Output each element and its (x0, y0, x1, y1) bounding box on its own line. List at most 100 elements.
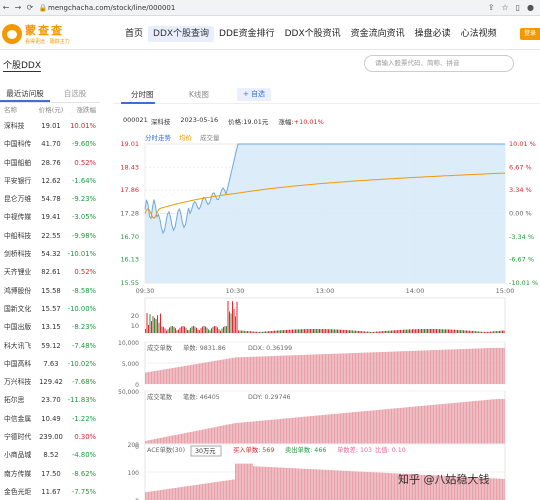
trade-count-panel-bar (496, 399, 498, 446)
stock-list-row[interactable]: 万兴科技 129.42 -7.68% (0, 373, 100, 391)
stock-list-row[interactable]: 剑桥科技 54.32 -10.01% (0, 245, 100, 263)
stock-list-row[interactable]: 国新文化 15.57 -10.00% (0, 300, 100, 318)
volume-bar (236, 301, 238, 333)
stock-list-name[interactable]: 中船科技 (0, 227, 36, 245)
stock-list-name[interactable]: 国新文化 (0, 300, 36, 318)
stock-list-name[interactable]: 拓尔思 (0, 391, 36, 409)
stock-list-name[interactable]: 剑桥科技 (0, 245, 36, 263)
reload-icon[interactable]: ⟳ (24, 3, 36, 12)
stock-list-row[interactable]: 金色光炬 11.67 -7.75% (0, 483, 100, 500)
address-bar[interactable]: 🔒 mengchacha.com/stock/line/000001 (38, 2, 438, 14)
order-count-panel-bar (257, 356, 259, 384)
ace-panel-bar (496, 478, 498, 500)
stock-list-row[interactable]: 科大讯飞 59.12 -7.48% (0, 337, 100, 355)
volume-bar (439, 329, 440, 333)
nav-item[interactable]: 心法视频 (456, 26, 502, 42)
stock-search-input[interactable]: 请输入股票代码、简称、拼音 (364, 55, 514, 72)
stock-list-name[interactable]: 中国船舶 (0, 154, 36, 172)
stock-list-row[interactable]: 中国科传 41.70 -9.60% (0, 135, 100, 153)
nav-item[interactable]: DDX个股资讯 (280, 26, 346, 42)
stock-list-name[interactable]: 天齐锂业 (0, 263, 36, 281)
volume-bar (169, 327, 170, 333)
nav-item[interactable]: 资金流向资讯 (346, 26, 410, 42)
stock-list-name[interactable]: 中信金属 (0, 410, 36, 428)
stock-list-name[interactable]: 中国高科 (0, 355, 36, 373)
ace-panel-bar (290, 468, 292, 500)
tab-watchlist[interactable]: 自选股 (50, 85, 100, 102)
stock-list-row[interactable]: 中国船舶 28.76 0.52% (0, 154, 100, 172)
order-count-panel-bar (218, 360, 220, 384)
nav-item[interactable]: 操盘必读 (410, 26, 456, 42)
stock-list-name[interactable]: 中视传媒 (0, 208, 36, 226)
volume-bar (212, 326, 214, 333)
volume-bar (170, 326, 172, 333)
stock-list-name[interactable]: 万兴科技 (0, 373, 36, 391)
order-count-panel-y-tick: 5,000 (122, 361, 139, 368)
order-count-panel-bar (202, 363, 204, 384)
ace-panel-bar (491, 478, 493, 500)
stock-list-row[interactable]: 深科技 19.01 10.01% (0, 117, 100, 135)
volume-bar (331, 329, 332, 333)
stock-list-name[interactable]: 平安银行 (0, 172, 36, 190)
bookmark-star-icon[interactable]: ☆ (501, 3, 508, 12)
trade-count-panel-bar (362, 411, 364, 446)
ace-panel-bar (172, 488, 174, 500)
trade-count-panel-bar (299, 417, 301, 446)
stock-list-name[interactable]: 金色光炬 (0, 483, 36, 500)
stock-list-row[interactable]: 中信金属 10.49 -1.22% (0, 410, 100, 428)
nav-item[interactable]: 首页 (120, 26, 148, 42)
stock-list-row[interactable]: 拓尔思 23.70 -11.83% (0, 391, 100, 409)
stock-list-name[interactable]: 南方传媒 (0, 465, 36, 483)
volume-bar (173, 326, 175, 333)
profile-icon[interactable]: ● (527, 3, 534, 12)
volume-bar (211, 328, 212, 333)
site-logo[interactable]: 蒙查查 看得更远 · 跟踪主力 (2, 22, 70, 45)
ace-panel-bar (275, 467, 277, 500)
back-icon[interactable]: ← (0, 3, 12, 12)
stock-list-row[interactable]: 小商品城 8.52 -4.80% (0, 446, 100, 464)
stock-list-name[interactable]: 深科技 (0, 117, 36, 135)
nav-item[interactable]: DDE资金排行 (214, 26, 280, 42)
stock-list-name[interactable]: 昆仑万维 (0, 190, 36, 208)
ace-panel-bar (253, 466, 255, 500)
share-icon[interactable]: ⇪ (488, 3, 495, 12)
stock-list-name[interactable]: 科大讯飞 (0, 337, 36, 355)
trade-count-panel-bar (385, 409, 387, 446)
nav-item[interactable]: DDX个股查询 (148, 26, 215, 42)
trade-count-panel-bar (469, 401, 471, 446)
order-count-panel-bar (401, 351, 403, 384)
stock-list-name[interactable]: 小商品城 (0, 446, 36, 464)
forward-icon[interactable]: → (12, 3, 24, 12)
stock-list-row[interactable]: 中船科技 22.55 -9.98% (0, 227, 100, 245)
stock-list-row[interactable]: 宁德时代 239.00 0.30% (0, 428, 100, 446)
order-count-panel-bar (443, 349, 445, 384)
ace-panel-stat: 比值: 0.10 (375, 445, 406, 454)
split-view-icon[interactable]: ▯ (516, 3, 520, 12)
stock-list-row[interactable]: 平安银行 12.62 -1.64% (0, 172, 100, 190)
stock-list-row[interactable]: 中视传媒 19.41 -3.05% (0, 208, 100, 226)
stock-list-row[interactable]: 昆仑万维 54.78 -9.23% (0, 190, 100, 208)
order-count-panel-bar (416, 350, 418, 384)
stock-list-row[interactable]: 中国高科 7.63 -10.02% (0, 355, 100, 373)
stock-list-row[interactable]: 南方传媒 17.50 -8.62% (0, 465, 100, 483)
order-count-panel-bar (146, 372, 148, 384)
stock-list-row[interactable]: 天齐锂业 82.61 0.52% (0, 263, 100, 281)
stock-list-row[interactable]: 鸿博股份 15.58 -8.58% (0, 282, 100, 300)
trade-count-panel-bar (440, 404, 442, 446)
stock-list-name[interactable]: 宁德时代 (0, 428, 36, 446)
volume-bar (422, 329, 424, 333)
stock-list-row[interactable]: 中国出版 13.15 -8.23% (0, 318, 100, 336)
ace-panel-bar (329, 470, 331, 500)
order-count-panel-bar (223, 359, 225, 384)
trade-count-panel-bar (337, 413, 339, 446)
stock-list-name[interactable]: 鸿博股份 (0, 282, 36, 300)
login-button[interactable]: 登录 (520, 28, 540, 40)
tab-recent[interactable]: 最近访问股 (0, 85, 50, 102)
trade-count-panel-bar (406, 407, 408, 446)
order-count-panel-bar (326, 354, 328, 384)
volume-bar (185, 328, 187, 333)
stock-list-name[interactable]: 中国科传 (0, 135, 36, 153)
stock-list-name[interactable]: 中国出版 (0, 318, 36, 336)
volume-bar (161, 326, 163, 333)
trade-count-panel-bar (295, 417, 297, 446)
